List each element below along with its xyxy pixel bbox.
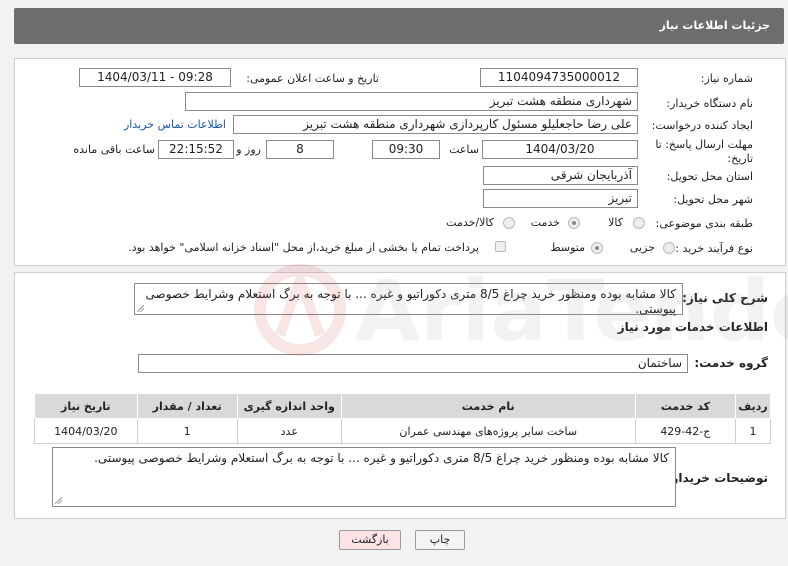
deadline-date-field: 1404/03/20: [482, 140, 638, 159]
buyer-notes-label: توضیحات خریدار:: [666, 471, 768, 485]
back-button[interactable]: بازگشت: [339, 530, 401, 550]
category-service-label: خدمت: [530, 216, 560, 229]
category-label: طبقه بندی موضوعی:: [655, 217, 753, 230]
summary-textarea[interactable]: کالا مشابه بوده ومنظور خرید چراغ 8/5 متر…: [134, 283, 683, 316]
process-label: نوع فرآیند خرید :: [675, 242, 753, 255]
col-name-header: نام خدمت: [340, 393, 636, 419]
days-remaining-field: 8: [266, 140, 334, 159]
category-goods-radio[interactable]: [633, 217, 645, 229]
process-medium-label: متوسط: [550, 241, 585, 254]
process-minor-label: جزیی: [629, 241, 655, 254]
col-date-header: تاریخ نیاز: [34, 393, 138, 419]
announce-date-label: تاریخ و ساعت اعلان عمومی:: [246, 72, 379, 85]
remaining-time-label: ساعت باقی مانده: [73, 143, 155, 156]
process-minor-radio[interactable]: [663, 242, 675, 254]
remaining-time-field: 22:15:52: [158, 140, 234, 159]
col-code-header: کد خدمت: [634, 393, 737, 419]
summary-label: شرح کلی نیاز:: [682, 291, 768, 305]
service-group-label: گروه خدمت:: [694, 356, 768, 370]
creator-field: علی رضا حاجعلیلو مسئول کارپردازی شهرداری…: [233, 115, 638, 134]
buyer-org-label: نام دستگاه خریدار:: [666, 97, 753, 110]
service-group-field: ساختمان: [138, 354, 688, 373]
deadline-time-label: ساعت: [449, 143, 479, 156]
province-label: استان محل تحویل:: [666, 170, 753, 183]
resize-grip-icon[interactable]: [137, 305, 144, 312]
deadline-label: مهلت ارسال پاسخ: تا تاریخ:: [655, 138, 753, 165]
cell-qty: 1: [136, 418, 238, 444]
announce-date-field: 1404/03/11 - 09:28: [79, 68, 231, 87]
days-label: روز و: [236, 143, 261, 156]
cell-name: ساخت سایر پروژه‌های مهندسی عمران: [340, 418, 636, 444]
buyer-contact-link[interactable]: اطلاعات تماس خریدار: [124, 118, 226, 131]
summary-text: کالا مشابه بوده ومنظور خرید چراغ 8/5 متر…: [145, 287, 676, 316]
city-field: تبریز: [483, 189, 638, 208]
treasury-text: پرداخت تمام یا بخشی از مبلغ خرید،از محل …: [128, 241, 479, 254]
cell-row: 1: [735, 418, 771, 444]
buyer-org-field: شهرداری منطقه هشت تبریز: [185, 92, 638, 111]
resize-grip-icon[interactable]: [55, 497, 62, 504]
category-goods-label: کالا: [608, 216, 623, 229]
process-medium-radio[interactable]: [591, 242, 603, 254]
need-number-field: 1104094735000012: [480, 68, 638, 87]
col-unit-header: واحد اندازه گیری: [236, 393, 342, 419]
province-field: آذربایجان شرقی: [483, 166, 638, 185]
buyer-notes-textarea[interactable]: کالا مشابه بوده ومنظور خرید چراغ 8/5 متر…: [52, 447, 676, 507]
need-number-label: شماره نیاز:: [700, 72, 753, 85]
category-goods-service-radio[interactable]: [503, 217, 515, 229]
creator-label: ایجاد کننده درخواست:: [651, 119, 753, 132]
print-button[interactable]: چاپ: [415, 530, 465, 550]
table-row: 1 ج-42-429 ساخت سایر پروژه‌های مهندسی عم…: [34, 418, 771, 444]
category-service-radio[interactable]: [568, 217, 580, 229]
cell-unit: عدد: [236, 418, 342, 444]
page-header: جزئیات اطلاعات نیاز: [14, 8, 784, 44]
buyer-notes-text: کالا مشابه بوده ومنظور خرید چراغ 8/5 متر…: [94, 451, 669, 465]
city-label: شهر محل تحویل:: [673, 193, 753, 206]
col-row-header: ردیف: [735, 393, 771, 419]
services-section-title: اطلاعات خدمات مورد نیاز: [617, 320, 768, 334]
services-table: ردیف کد خدمت نام خدمت واحد اندازه گیری ت…: [34, 393, 771, 444]
col-qty-header: تعداد / مقدار: [136, 393, 238, 419]
table-header-row: ردیف کد خدمت نام خدمت واحد اندازه گیری ت…: [34, 393, 771, 419]
page-title: جزئیات اطلاعات نیاز: [659, 19, 771, 32]
treasury-checkbox[interactable]: [495, 241, 506, 252]
cell-code: ج-42-429: [634, 418, 737, 444]
cell-date: 1404/03/20: [34, 418, 138, 444]
deadline-time-field: 09:30: [372, 140, 440, 159]
category-goods-service-label: کالا/خدمت: [446, 216, 494, 229]
